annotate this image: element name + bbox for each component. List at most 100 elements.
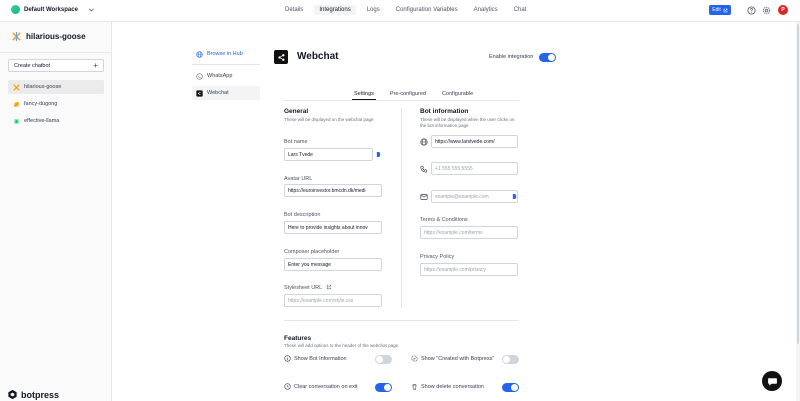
subnav-item-whatsapp[interactable]: WhatsApp <box>192 69 260 83</box>
stylesheet-url-field[interactable]: https://example.com/style.css <box>284 294 382 307</box>
workspace-name: Default Workspace <box>24 6 78 13</box>
privacy-field[interactable]: https://example.com/privacy <box>420 263 518 276</box>
tab-configurable[interactable]: Configurable <box>440 91 475 100</box>
chevron-down-icon <box>89 8 94 12</box>
column-divider <box>401 108 402 308</box>
show-created-with-toggle[interactable] <box>502 355 519 364</box>
info-icon <box>284 355 291 362</box>
top-bar: Default Workspace Details Integrations L… <box>0 0 800 22</box>
browse-hub-label: Browse in Hub <box>207 51 243 57</box>
webchat-icon <box>196 89 203 97</box>
features-description: These will add options to the header of … <box>284 343 400 348</box>
chat-icon <box>767 377 777 386</box>
globe-icon <box>420 138 428 146</box>
tab-configuration-variables[interactable]: Configuration Variables <box>391 5 463 15</box>
general-title: General <box>284 108 309 115</box>
external-link-icon <box>723 8 728 12</box>
clear-conversation-option: Clear conversation on exit <box>284 383 358 390</box>
clock-icon <box>284 383 291 390</box>
plus-icon: + <box>93 61 98 70</box>
scrollbar-thumb[interactable] <box>797 24 799 344</box>
webchat-logo-icon <box>274 50 288 64</box>
create-chatbot-button[interactable]: Create chatbot + <box>8 59 104 72</box>
show-bot-info-toggle[interactable] <box>375 355 392 364</box>
phone-icon <box>420 165 428 173</box>
bot-information-title: Bot information <box>420 108 469 115</box>
sidebar-item-label: fancy-dugong <box>24 101 58 107</box>
tab-details[interactable]: Details <box>280 5 308 15</box>
botpress-logo-icon <box>8 389 17 400</box>
tab-integrations[interactable]: Integrations <box>314 5 356 15</box>
tab-logs[interactable]: Logs <box>362 5 385 15</box>
top-navigation: Details Integrations Logs Configuration … <box>280 5 537 15</box>
settings-tabs: Settings Pre-configured Configurable <box>352 91 487 100</box>
help-icon[interactable] <box>747 6 756 15</box>
bot-avatar-icon <box>13 83 20 91</box>
composer-placeholder-label: Composer placeholder <box>284 249 340 255</box>
show-delete-label: Show delete conversation <box>421 383 484 390</box>
show-delete-option: Show delete conversation <box>411 383 484 390</box>
enable-integration-toggle[interactable] <box>539 53 556 62</box>
bot-description-label: Bot description <box>284 212 321 218</box>
bot-avatar-icon <box>12 31 21 42</box>
workspace-switcher[interactable]: Default Workspace <box>11 5 95 14</box>
subnav-item-webchat[interactable]: Webchat <box>192 86 260 100</box>
subnav-item-label: WhatsApp <box>207 73 233 79</box>
tab-settings[interactable]: Settings <box>352 91 376 100</box>
privacy-label: Privacy Policy <box>420 254 455 260</box>
divider <box>0 52 112 53</box>
clear-conversation-label: Clear conversation on exit <box>294 383 358 390</box>
page-title: Webchat <box>297 51 339 62</box>
bot-description-field[interactable]: Here to provide insights about innov <box>284 221 382 234</box>
bot-avatar-icon <box>14 101 19 107</box>
badge-icon <box>411 355 418 362</box>
gear-icon[interactable] <box>762 6 771 15</box>
whatsapp-icon <box>196 72 203 80</box>
mail-icon <box>420 194 428 200</box>
workspace-icon <box>11 5 20 14</box>
tabs-divider <box>284 100 519 101</box>
general-description: These will be displayed on the webchat p… <box>284 117 374 122</box>
sidebar-item-hilarious-goose[interactable]: hilarious-goose <box>8 80 104 94</box>
brand-name: botpress <box>21 389 60 400</box>
tab-chat[interactable]: Chat <box>509 5 532 15</box>
create-chatbot-label: Create chatbot <box>14 62 51 69</box>
show-bot-info-option: Show Bot Information <box>284 355 347 362</box>
bot-information-description: These will be displayed when the user cl… <box>420 117 515 128</box>
email-field[interactable]: example@example.com <box>431 190 518 203</box>
external-link-icon[interactable] <box>326 284 332 290</box>
browse-hub-link[interactable]: Browse in Hub <box>192 47 260 61</box>
sidebar-item-label: effective-llama <box>24 118 60 124</box>
subnav-item-label: Webchat <box>207 90 229 96</box>
tab-pre-configured[interactable]: Pre-configured <box>388 91 428 100</box>
composer-placeholder-field[interactable]: Enter you message <box>284 258 382 271</box>
tab-analytics[interactable]: Analytics <box>469 5 503 15</box>
show-created-with-label: Show "Created with Botpress" <box>421 355 495 362</box>
website-field[interactable]: https://www.larstvede.com/ <box>431 135 518 148</box>
terms-field[interactable]: https://example.com/terms <box>420 226 518 239</box>
sidebar-item-label: hilarious-goose <box>24 84 62 90</box>
edit-label: Edit <box>712 7 721 13</box>
trash-icon <box>412 383 417 390</box>
avatar-url-field[interactable]: https://euroinvestor.bmcdn.dk/medi <box>284 184 382 197</box>
avatar-url-label: Avatar URL <box>284 176 313 182</box>
brand: botpress <box>7 389 59 400</box>
terms-label: Terms & Conditions <box>420 217 468 223</box>
chat-launcher-button[interactable] <box>762 371 782 391</box>
sidebar-item-effective-llama[interactable]: effective-llama <box>8 114 104 128</box>
phone-field[interactable]: +1 555 555 5555 <box>431 162 518 175</box>
bot-avatar-icon <box>14 118 19 124</box>
password-manager-icon[interactable] <box>512 193 517 200</box>
password-manager-icon[interactable] <box>376 151 381 158</box>
bot-name-field[interactable]: Lars Tvede <box>284 148 373 161</box>
edit-button[interactable]: Edit <box>709 5 731 15</box>
section-divider <box>284 320 519 321</box>
show-delete-toggle[interactable] <box>502 383 519 392</box>
clear-conversation-toggle[interactable] <box>375 383 392 392</box>
avatar[interactable]: P <box>778 5 788 15</box>
divider <box>192 64 260 65</box>
enable-integration-label: Enable integration <box>489 54 534 60</box>
stylesheet-url-label: Stylesheet URL <box>284 285 323 291</box>
bot-header: hilarious-goose <box>11 31 86 42</box>
sidebar-item-fancy-dugong[interactable]: fancy-dugong <box>8 97 104 111</box>
